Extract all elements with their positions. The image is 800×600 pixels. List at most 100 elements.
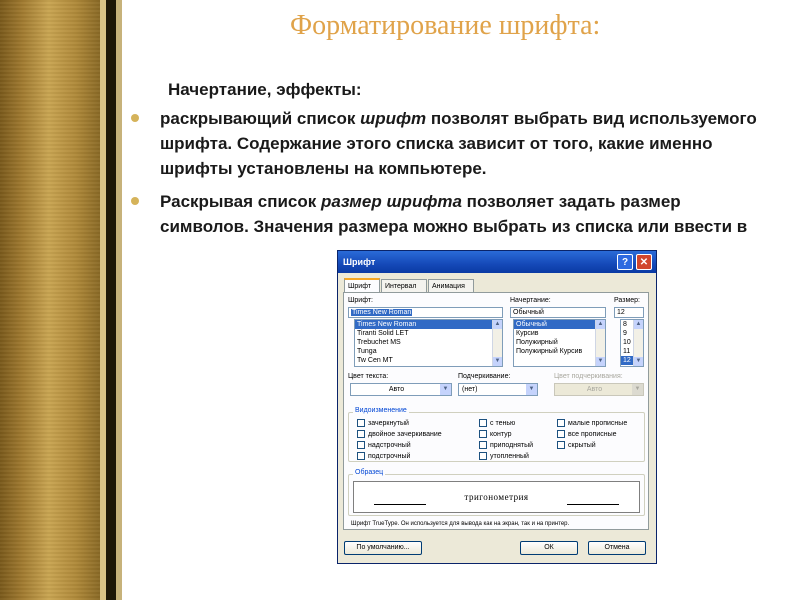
checkbox-label: зачеркнутый: [368, 419, 409, 427]
style-list-item[interactable]: Курсив: [514, 329, 605, 338]
font-input[interactable]: Times New Roman: [348, 307, 503, 318]
sample-baseline-right: [567, 504, 619, 505]
checkbox-label: подстрочный: [368, 452, 411, 460]
scroll-up-icon[interactable]: ▲: [596, 320, 605, 329]
size-label: Размер:: [614, 297, 641, 304]
checkbox-icon[interactable]: [357, 452, 365, 460]
checkbox-icon[interactable]: [479, 452, 487, 460]
style-input[interactable]: Обычный: [510, 307, 606, 318]
checkbox-icon[interactable]: [557, 419, 565, 427]
checkbox-label: все прописные: [568, 430, 617, 438]
checkbox-icon[interactable]: [479, 419, 487, 427]
font-list-item[interactable]: Times New Roman: [355, 320, 502, 329]
checkbox-strikethrough[interactable]: зачеркнутый: [357, 419, 409, 427]
decorative-side-strip: [0, 0, 122, 600]
dialog-title: Шрифт: [343, 257, 376, 267]
underline-select[interactable]: (нет) ▼: [458, 383, 538, 396]
scroll-up-icon[interactable]: ▲: [634, 320, 643, 329]
checkbox-emboss[interactable]: приподнятый: [479, 441, 533, 449]
checkbox-all-caps[interactable]: все прописные: [557, 430, 617, 438]
chevron-down-icon: ▼: [632, 384, 643, 395]
tab-spacing[interactable]: Интервал: [381, 279, 427, 292]
bullet-dot-icon: [131, 114, 139, 122]
font-tab-pane: Шрифт: Times New Roman Times New Roman T…: [343, 292, 649, 530]
size-input[interactable]: 12: [614, 307, 644, 318]
tab-font[interactable]: Шрифт: [344, 278, 380, 292]
cancel-button[interactable]: Отмена: [588, 541, 646, 555]
sample-group: Образец тригонометрия: [348, 469, 645, 516]
bullet-emphasis: шрифт: [360, 109, 427, 128]
strip-edge: [116, 0, 122, 600]
checkbox-icon[interactable]: [357, 441, 365, 449]
effects-group: Видоизменение зачеркнутый двойное зачерк…: [348, 407, 645, 462]
checkbox-label: надстрочный: [368, 441, 411, 449]
underline-color-value: Авто: [586, 386, 603, 393]
text-color-value: Авто: [388, 386, 405, 393]
checkbox-outline[interactable]: контур: [479, 430, 512, 438]
size-input-value: 12: [617, 309, 625, 316]
font-input-value: Times New Roman: [351, 309, 413, 316]
checkbox-icon[interactable]: [557, 430, 565, 438]
checkbox-label: двойное зачеркивание: [368, 430, 442, 438]
bullet-text-start: раскрывающий список: [160, 109, 361, 128]
scroll-down-icon[interactable]: ▼: [596, 357, 605, 366]
checkbox-label: контур: [490, 430, 512, 438]
font-list-item[interactable]: Tunga: [355, 347, 502, 356]
style-list-scrollbar[interactable]: ▲ ▼: [595, 320, 605, 366]
effects-group-title: Видоизменение: [353, 407, 409, 414]
slide-subheading: Начертание, эффекты:: [168, 80, 362, 99]
checkbox-label: утопленный: [490, 452, 529, 460]
style-list-item[interactable]: Полужирный: [514, 338, 605, 347]
font-list-item[interactable]: Tiranti Solid LET: [355, 329, 502, 338]
bullet-text-start: Раскрывая список: [160, 192, 322, 211]
sample-group-title: Образец: [353, 469, 386, 476]
font-list-item[interactable]: Tw Cen MT: [355, 356, 502, 365]
font-list[interactable]: Times New Roman Tiranti Solid LET Trebuc…: [354, 319, 503, 367]
strip-dark-band: [106, 0, 116, 600]
scroll-down-icon[interactable]: ▼: [493, 357, 502, 366]
underline-color-label: Цвет подчеркивания:: [554, 373, 623, 380]
checkbox-shadow[interactable]: с тенью: [479, 419, 515, 427]
sample-preview: тригонометрия: [353, 481, 640, 513]
checkbox-engrave[interactable]: утопленный: [479, 452, 529, 460]
checkbox-icon[interactable]: [479, 441, 487, 449]
bullet-dot-icon: [131, 197, 139, 205]
sample-baseline-left: [374, 504, 426, 505]
tab-animation[interactable]: Анимация: [428, 279, 474, 292]
checkbox-icon[interactable]: [357, 419, 365, 427]
scroll-up-icon[interactable]: ▲: [493, 320, 502, 329]
checkbox-superscript[interactable]: надстрочный: [357, 441, 411, 449]
style-list-item[interactable]: Полужирный Курсив: [514, 347, 605, 356]
chevron-down-icon[interactable]: ▼: [526, 384, 537, 395]
size-list[interactable]: 8 9 10 11 12 ▲ ▼: [620, 319, 644, 367]
scroll-down-icon[interactable]: ▼: [634, 357, 643, 366]
style-label: Начертание:: [510, 297, 551, 304]
style-list[interactable]: Обычный Курсив Полужирный Полужирный Кур…: [513, 319, 606, 367]
checkbox-label: скрытый: [568, 441, 596, 449]
checkbox-small-caps[interactable]: малые прописные: [557, 419, 627, 427]
text-color-select[interactable]: Авто ▼: [350, 383, 452, 396]
default-button[interactable]: По умолчанию...: [344, 541, 422, 555]
checkbox-subscript[interactable]: подстрочный: [357, 452, 410, 460]
dialog-titlebar[interactable]: Шрифт ? ✕: [338, 251, 656, 273]
checkbox-label: малые прописные: [568, 419, 628, 427]
checkbox-double-strikethrough[interactable]: двойное зачеркивание: [357, 430, 442, 438]
chevron-down-icon[interactable]: ▼: [440, 384, 451, 395]
close-icon[interactable]: ✕: [636, 254, 652, 270]
checkbox-icon[interactable]: [557, 441, 565, 449]
bullet-item: раскрывающий список шрифт позволят выбра…: [128, 106, 768, 181]
style-list-item[interactable]: Обычный: [514, 320, 605, 329]
help-icon[interactable]: ?: [617, 254, 633, 270]
bullet-emphasis: размер шрифта: [321, 192, 462, 211]
font-label: Шрифт:: [348, 297, 373, 304]
checkbox-icon[interactable]: [479, 430, 487, 438]
size-list-scrollbar[interactable]: ▲ ▼: [633, 320, 643, 366]
underline-label: Подчеркивание:: [458, 373, 511, 380]
checkbox-hidden[interactable]: скрытый: [557, 441, 596, 449]
checkbox-icon[interactable]: [357, 430, 365, 438]
sample-text: тригонометрия: [464, 492, 529, 502]
font-list-scrollbar[interactable]: ▲ ▼: [492, 320, 502, 366]
ok-button[interactable]: ОК: [520, 541, 578, 555]
style-input-value: Обычный: [513, 309, 544, 316]
font-list-item[interactable]: Trebuchet MS: [355, 338, 502, 347]
